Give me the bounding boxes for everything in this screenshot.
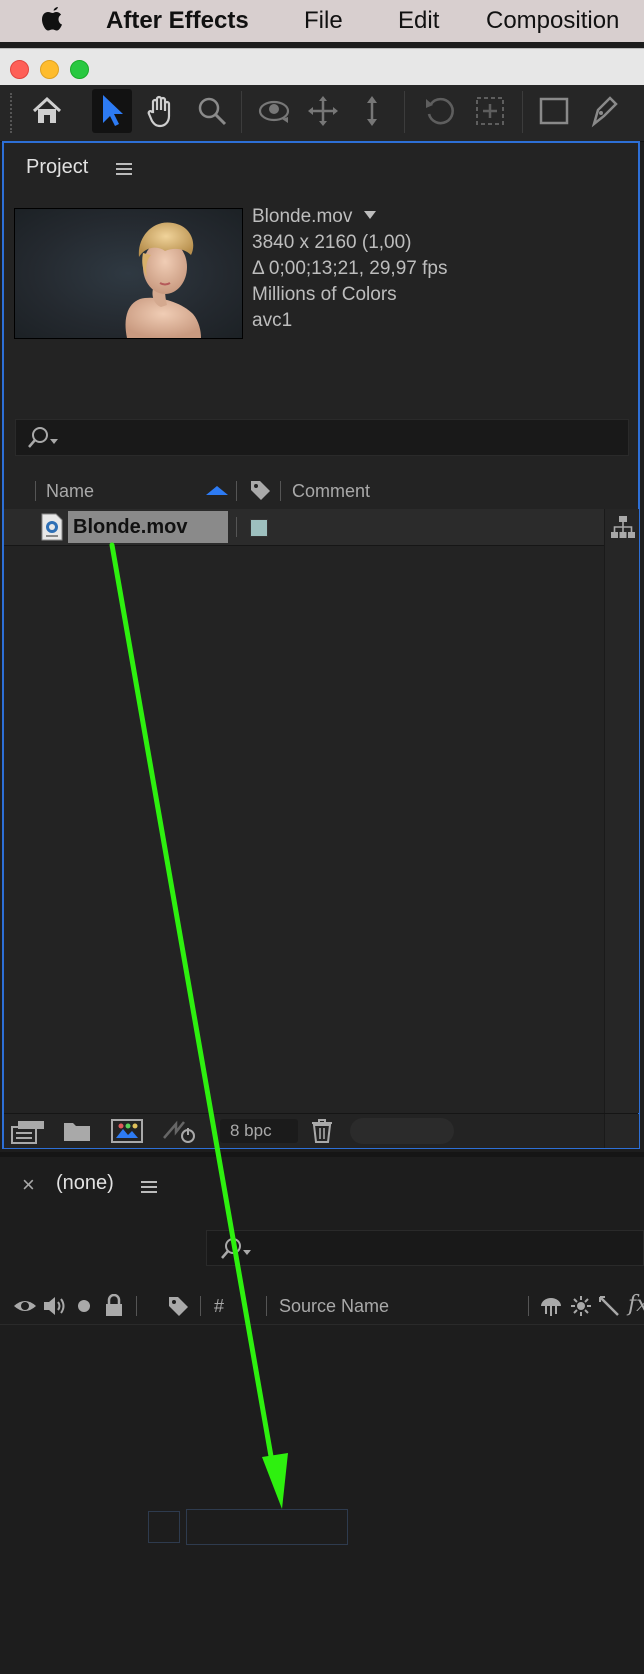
project-settings-icon[interactable] xyxy=(162,1118,198,1149)
menu-app-name[interactable]: After Effects xyxy=(106,7,249,35)
quality-slash-icon[interactable] xyxy=(598,1295,620,1322)
footage-name-row[interactable]: Blonde.mov xyxy=(252,206,376,228)
project-footer-bar: 8 bpc xyxy=(4,1113,639,1150)
footage-codec: avc1 xyxy=(252,310,293,331)
project-item-name[interactable]: Blonde.mov xyxy=(68,511,228,543)
home-icon[interactable] xyxy=(27,89,67,133)
footage-dimensions: 3840 x 2160 (1,00) xyxy=(252,232,412,253)
toolbar-separator xyxy=(404,91,405,133)
panel-divider[interactable] xyxy=(0,1152,644,1157)
hand-icon[interactable] xyxy=(141,89,181,133)
project-panel-title[interactable]: Project xyxy=(26,156,88,179)
toolbar-grip[interactable] xyxy=(10,93,16,133)
label-tag-icon[interactable] xyxy=(166,1294,190,1323)
solo-dot-icon[interactable] xyxy=(78,1300,90,1312)
minimize-window-button[interactable] xyxy=(40,60,59,79)
column-comment-header[interactable]: Comment xyxy=(292,481,370,502)
orbit-camera-icon[interactable] xyxy=(254,89,294,133)
menu-composition[interactable]: Composition xyxy=(486,7,619,35)
footage-color-depth: Millions of Colors xyxy=(252,284,397,305)
effects-fx-icon[interactable]: fx xyxy=(628,1292,644,1317)
search-icon xyxy=(26,426,62,455)
label-color-swatch[interactable] xyxy=(250,519,268,537)
new-composition-icon[interactable] xyxy=(110,1118,144,1149)
tools-toolbar xyxy=(0,85,644,142)
pan-camera-icon[interactable] xyxy=(303,89,343,133)
project-flowchart-column xyxy=(604,509,639,1113)
layer-placeholder-name xyxy=(186,1509,348,1545)
toolbar-separator xyxy=(522,91,523,133)
rectangle-icon[interactable] xyxy=(534,89,574,133)
timeline-search-input[interactable] xyxy=(206,1230,644,1266)
menu-bar: After Effects File Edit Composition xyxy=(0,0,644,42)
dropdown-caret-icon[interactable] xyxy=(363,211,376,219)
dolly-camera-icon[interactable] xyxy=(352,89,392,133)
footage-file-icon xyxy=(40,513,64,546)
window-titlebar xyxy=(0,48,644,86)
rotate-icon[interactable] xyxy=(420,89,460,133)
zoom-icon[interactable] xyxy=(192,89,232,133)
column-source-name-header[interactable]: Source Name xyxy=(279,1296,389,1317)
column-name-header[interactable]: Name xyxy=(46,481,94,502)
timeline-panel-title[interactable]: (none) xyxy=(56,1172,114,1195)
toolbar-separator xyxy=(241,91,242,133)
close-icon[interactable]: × xyxy=(22,1172,35,1198)
interpret-footage-icon[interactable] xyxy=(10,1119,46,1150)
new-folder-icon[interactable] xyxy=(62,1119,92,1148)
project-column-header: Name Comment xyxy=(4,475,638,507)
project-item-row[interactable]: Blonde.mov xyxy=(4,509,604,546)
flowchart-icon[interactable] xyxy=(609,513,637,546)
menu-file[interactable]: File xyxy=(304,7,343,35)
timeline-column-header: # Source Name fx xyxy=(0,1288,644,1325)
layer-placeholder-box xyxy=(148,1511,180,1543)
project-thumbnail-slider[interactable] xyxy=(350,1118,454,1144)
selection-arrow-icon[interactable] xyxy=(92,89,132,133)
label-tag-icon[interactable] xyxy=(248,478,272,507)
apple-icon[interactable] xyxy=(40,5,66,42)
drag-arrow-head xyxy=(262,1453,288,1509)
delete-trash-icon[interactable] xyxy=(310,1118,334,1149)
shy-icon[interactable] xyxy=(538,1294,564,1323)
panel-menu-icon[interactable] xyxy=(141,1181,157,1193)
footage-name: Blonde.mov xyxy=(252,206,353,227)
column-number-header[interactable]: # xyxy=(214,1296,224,1317)
footage-thumbnail xyxy=(14,208,243,339)
pan-behind-icon[interactable] xyxy=(470,89,510,133)
footage-duration: Δ 0;00;13;21, 29,97 fps xyxy=(252,258,448,279)
close-window-button[interactable] xyxy=(10,60,29,79)
project-search-input[interactable] xyxy=(15,419,629,456)
collapse-sun-icon[interactable] xyxy=(570,1295,592,1322)
bit-depth-button[interactable]: 8 bpc xyxy=(220,1119,298,1143)
pen-icon[interactable] xyxy=(584,89,624,133)
lock-icon[interactable] xyxy=(104,1293,124,1323)
panel-menu-icon[interactable] xyxy=(116,163,132,175)
zoom-window-button[interactable] xyxy=(70,60,89,79)
sort-ascending-icon[interactable] xyxy=(206,486,228,495)
search-icon xyxy=(219,1237,255,1266)
menu-edit[interactable]: Edit xyxy=(398,7,439,35)
audio-speaker-icon[interactable] xyxy=(42,1294,68,1323)
video-eye-icon[interactable] xyxy=(12,1296,38,1321)
footer-right-column xyxy=(604,1114,639,1148)
